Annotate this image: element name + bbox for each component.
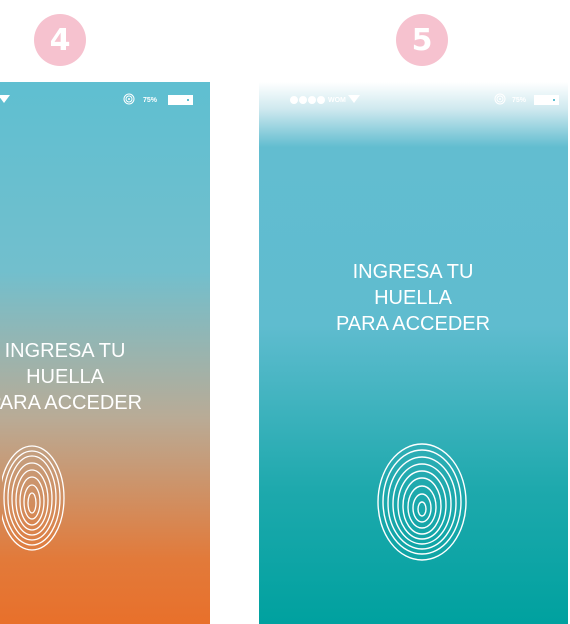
prompt-line-2: HUELLA (26, 366, 104, 388)
battery-icon (168, 95, 193, 105)
step-5-badge: 5 (396, 14, 448, 66)
battery-icon (534, 95, 559, 105)
fingerprint-scanner-icon[interactable] (2, 442, 68, 554)
prompt-line-3: PARA ACCEDER (335, 313, 491, 335)
fingerprint-scanner-icon[interactable] (376, 441, 468, 563)
signal-dots-icon (290, 96, 325, 104)
status-bar: 75% (0, 92, 210, 108)
prompt-line-1: INGRESA TU (4, 340, 126, 362)
carrier-name: WOM (328, 97, 346, 104)
battery-percent: 75% (143, 97, 158, 104)
fingerprint-prompt: INGRESA TU HUELLA PARA ACCEDER (293, 259, 533, 337)
wifi-icon (0, 95, 10, 103)
fingerprint-icon (494, 93, 506, 105)
fingerprint-icon (123, 93, 135, 105)
wifi-icon (348, 95, 360, 103)
prompt-line-1: INGRESA TU (352, 261, 474, 283)
battery-percent: 75% (512, 97, 527, 104)
status-bar: WOM 75% (259, 92, 568, 108)
phone-screen-step-4: 75% INGRESA TU HUELLA PARA ACCEDER (0, 82, 210, 624)
prompt-line-2: HUELLA (374, 287, 452, 309)
fingerprint-prompt: INGRESA TU HUELLA PARA ACCEDER (0, 338, 185, 416)
step-4-badge: 4 (34, 14, 86, 66)
prompt-line-3: PARA ACCEDER (0, 392, 143, 414)
